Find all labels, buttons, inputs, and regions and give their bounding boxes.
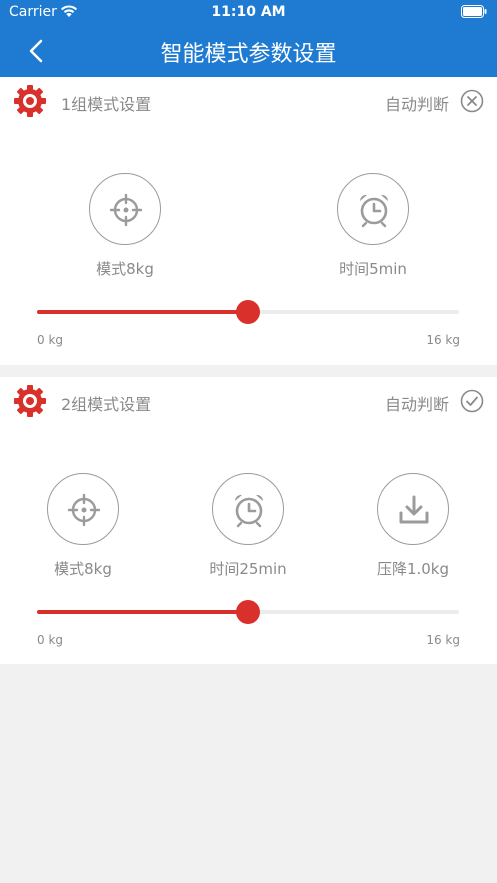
mode-weight-label: 模式8kg [96,260,154,278]
weight-slider-2[interactable] [37,600,459,624]
mode-weight-label: 模式8kg [54,560,112,578]
page-title: 智能模式参数设置 [160,42,337,67]
pressure-drop-button[interactable] [377,473,449,545]
download-icon [399,495,429,524]
crosshair-icon [109,193,143,227]
crosshair-icon [67,493,101,527]
close-circle-icon[interactable] [460,89,484,113]
group-title: 2组模式设置 [61,395,152,414]
mode-weight-button[interactable] [47,473,119,545]
clock: 11:10 AM [211,4,286,20]
gear-icon [14,85,46,117]
check-circle-icon[interactable] [460,389,484,413]
battery-icon [461,5,487,18]
status-bar: Carrier 11:10 AM [0,0,497,26]
time-label: 时间25min [209,560,287,578]
auto-judge-label[interactable]: 自动判断 [385,391,449,415]
group-panel-2: 2组模式设置 自动判断 模式8kg 时间25min 压降1.0kg 0 kg 1… [0,377,497,664]
auto-judge-label[interactable]: 自动判断 [385,91,449,115]
nav-bar: 智能模式参数设置 [0,26,497,77]
gear-icon [14,385,46,417]
slider-thumb[interactable] [236,300,260,324]
mode-weight-button[interactable] [89,173,161,245]
time-label: 时间5min [339,260,407,278]
alarm-clock-icon [234,494,264,528]
slider-fill [37,610,248,614]
app-header: Carrier 11:10 AM 智能模式参数设置 [0,0,497,77]
slider-max-label: 16 kg [426,333,460,347]
slider-fill [37,310,248,314]
time-button[interactable] [212,473,284,545]
alarm-clock-icon [359,194,389,228]
slider-min-label: 0 kg [37,333,64,347]
slider-min-label: 0 kg [37,633,64,647]
group-panel-1: 1组模式设置 自动判断 模式8kg 时间5min 0 kg 16 kg [0,77,497,365]
slider-thumb[interactable] [236,600,260,624]
slider-max-label: 16 kg [426,633,460,647]
group-title: 1组模式设置 [61,95,152,114]
weight-slider-1[interactable] [37,300,459,324]
pressure-drop-label: 压降1.0kg [376,560,450,578]
time-button[interactable] [337,173,409,245]
